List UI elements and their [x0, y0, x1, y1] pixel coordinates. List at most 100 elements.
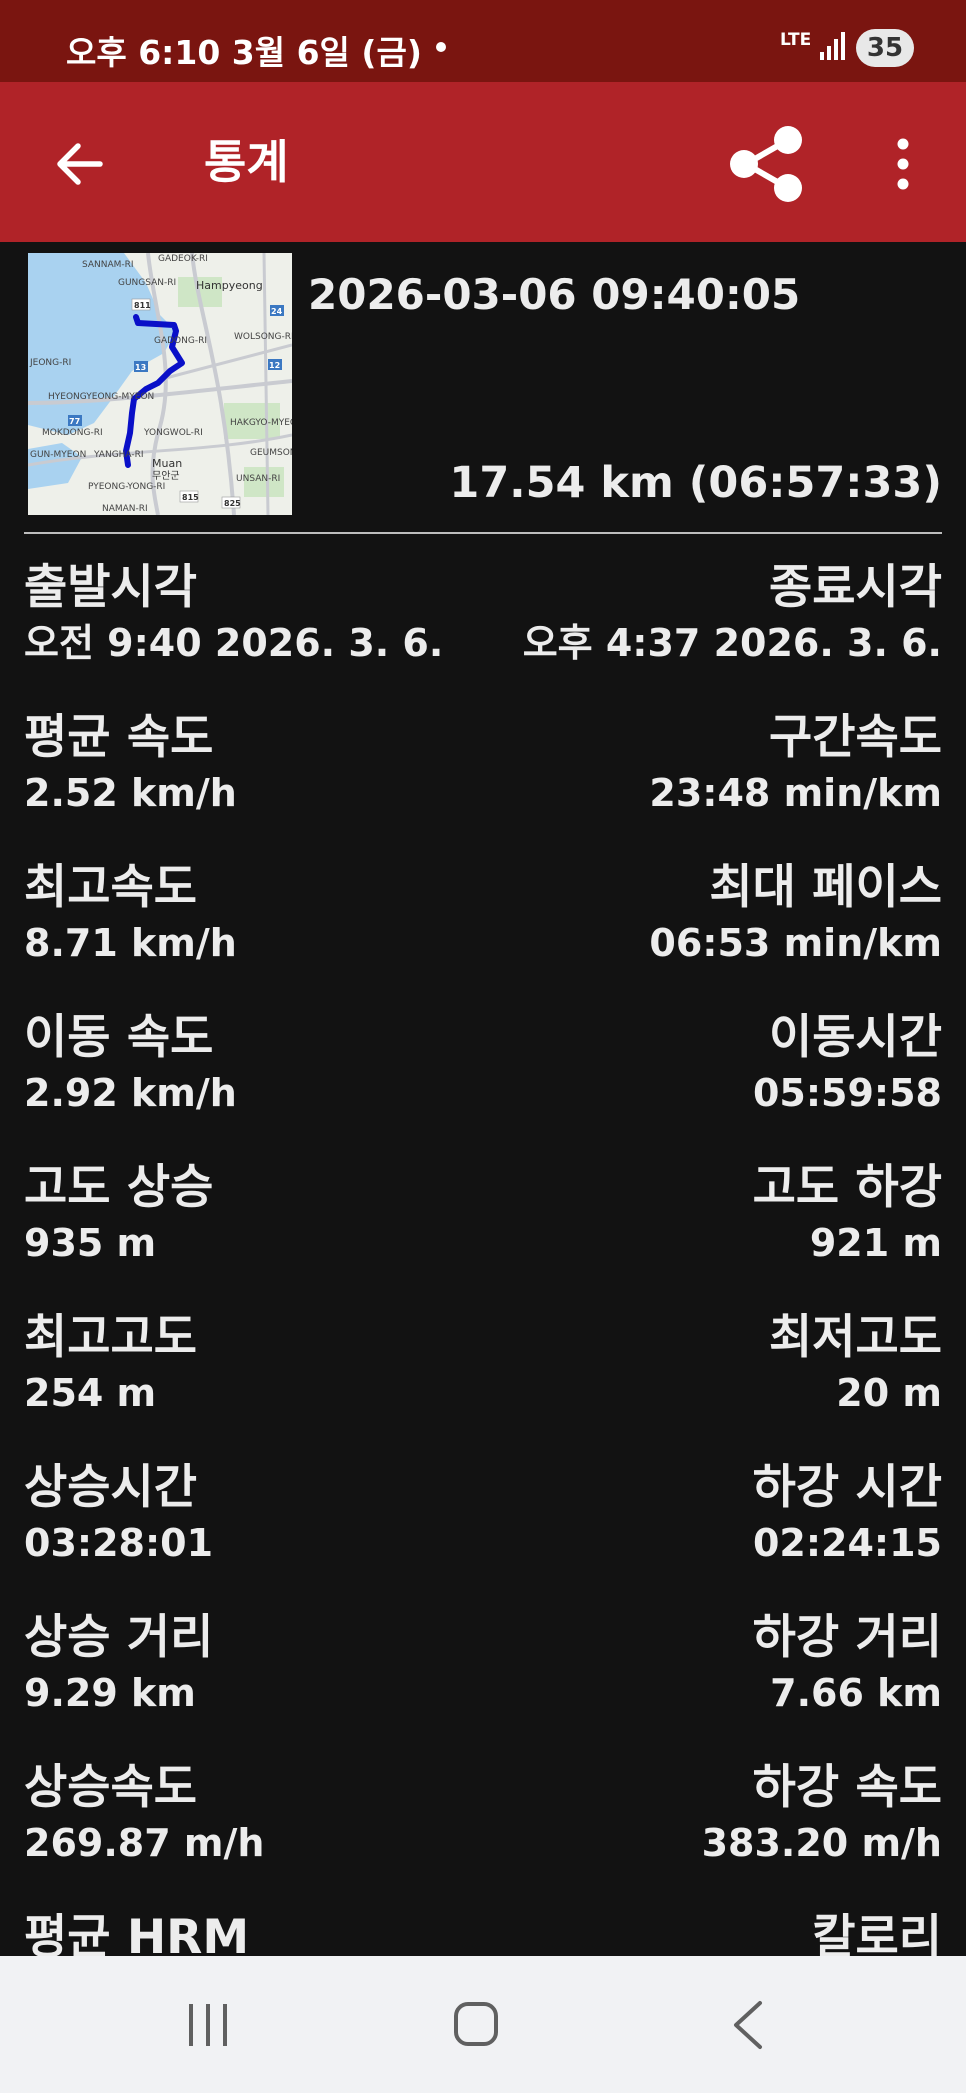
stat-max-altitude: 최고고도 254 m	[24, 1310, 197, 1416]
stat-label: 상승 거리	[24, 1610, 214, 1665]
map-label: Muan	[152, 457, 182, 470]
signal-strength-icon	[820, 32, 845, 60]
stat-value: 9.29 km	[24, 1671, 196, 1715]
more-vert-icon[interactable]	[878, 134, 928, 194]
stat-average-speed: 평균 속도 2.52 km/h	[24, 710, 237, 816]
road-number-label: 825	[224, 499, 241, 508]
stat-label: 평균 속도	[24, 710, 214, 765]
map-label: HAKGYO-MYEON	[230, 418, 292, 428]
stat-value: 7.66 km	[770, 1671, 942, 1715]
system-navigation-bar	[0, 1956, 966, 2093]
map-label: GADEOK-RI	[158, 254, 208, 264]
battery-indicator: 35	[856, 29, 914, 67]
stat-value: 23:48 min/km	[649, 771, 942, 815]
road-number-label: 815	[182, 493, 199, 502]
stat-value: 254 m	[24, 1371, 157, 1415]
map-label: Hampyeong	[196, 279, 263, 292]
stat-ascent-speed: 상승속도 269.87 m/h	[24, 1760, 264, 1866]
map-label: YONGWOL-RI	[143, 428, 203, 438]
stat-descent-distance: 하강 거리 7.66 km	[753, 1610, 942, 1716]
stat-max-pace: 최대 페이스 06:53 min/km	[649, 860, 942, 966]
map-label: GUNGSAN-RI	[118, 278, 176, 288]
stat-label: 이동시간	[769, 1010, 942, 1065]
status-bar: 오후 6:10 3월 6일 (금) LTE 35	[0, 0, 966, 82]
track-distance-duration: 17.54 km (06:57:33)	[449, 458, 942, 508]
stat-value: 02:24:15	[752, 1521, 942, 1565]
stat-label: 고도 상승	[24, 1160, 214, 1215]
stat-label: 이동 속도	[24, 1010, 214, 1065]
stat-label: 최대 페이스	[709, 860, 942, 915]
stat-elevation-gain: 고도 상승 935 m	[24, 1160, 213, 1266]
app-bar: 통계	[0, 82, 966, 242]
stat-value: 383.20 m/h	[701, 1821, 942, 1865]
stat-value: 03:28:01	[24, 1521, 214, 1565]
stat-label: 상승속도	[24, 1760, 197, 1815]
map-label: SANNAM-RI	[82, 260, 134, 270]
stat-moving-time: 이동시간 05:59:58	[753, 1010, 942, 1116]
stat-label: 하강 속도	[752, 1760, 942, 1815]
road-number-label: 811	[134, 301, 151, 310]
map-label: GEUMSON	[250, 448, 292, 458]
map-label: WOLSONG-RI	[234, 332, 292, 342]
map-label: 무안군	[152, 470, 180, 482]
map-label: NAMAN-RI	[102, 504, 148, 514]
track-map-thumbnail[interactable]: GADEOK-RI SANNAM-RI GUNGSAN-RI Hampyeong…	[28, 253, 292, 515]
page-title: 통계	[204, 135, 289, 189]
stat-label: 하강 시간	[752, 1460, 942, 1515]
stat-value: 935 m	[24, 1221, 157, 1265]
map-label: YANGHA-RI	[93, 450, 144, 460]
map-label: HYEONGYEONG-MYEON	[48, 392, 154, 402]
back-icon[interactable]	[730, 2000, 766, 2050]
stat-value: 2.52 km/h	[24, 771, 237, 815]
stat-ascent-time: 상승시간 03:28:01	[24, 1460, 213, 1566]
stat-label: 출발시각	[24, 560, 197, 615]
map-label: JEONG-RI	[29, 358, 71, 368]
stat-descent-time: 하강 시간 02:24:15	[753, 1460, 942, 1566]
track-start-datetime: 2026-03-06 09:40:05	[308, 270, 801, 319]
lte-indicator: LTE	[780, 30, 812, 50]
stat-label: 종료시각	[769, 560, 942, 615]
divider	[24, 532, 942, 534]
stat-max-speed: 최고속도 8.71 km/h	[24, 860, 237, 966]
stat-value: 921 m	[809, 1221, 942, 1265]
map-label: PYEONG-YONG-RI	[88, 482, 165, 492]
stat-section-pace: 구간속도 23:48 min/km	[649, 710, 942, 816]
map-label: GUN-MYEON	[30, 450, 86, 460]
stat-label: 고도 하강	[752, 1160, 942, 1215]
stat-descent-speed: 하강 속도 383.20 m/h	[702, 1760, 942, 1866]
share-icon[interactable]	[726, 124, 810, 204]
stat-ascent-distance: 상승 거리 9.29 km	[24, 1610, 213, 1716]
road-number-label: 24	[271, 307, 283, 316]
stat-value: 06:53 min/km	[649, 921, 942, 965]
stat-start-time: 출발시각 오전 9:40 2026. 3. 6.	[24, 560, 443, 666]
map-canvas: GADEOK-RI SANNAM-RI GUNGSAN-RI Hampyeong…	[28, 253, 292, 515]
stat-value: 8.71 km/h	[24, 921, 237, 965]
stat-value: 269.87 m/h	[24, 1821, 265, 1865]
road-number-label: 77	[69, 417, 80, 426]
stat-min-altitude: 최저고도 20 m	[769, 1310, 942, 1416]
stat-value: 오후 4:37 2026. 3. 6.	[522, 621, 942, 665]
notification-dot-icon	[436, 42, 446, 52]
stat-label: 상승시간	[24, 1460, 197, 1515]
home-icon[interactable]	[453, 2001, 499, 2047]
recent-apps-icon[interactable]	[186, 2002, 230, 2048]
stat-label: 최고고도	[24, 1310, 197, 1365]
stat-end-time: 종료시각 오후 4:37 2026. 3. 6.	[523, 560, 942, 666]
stat-value: 2.92 km/h	[24, 1071, 237, 1115]
stat-value: 오전 9:40 2026. 3. 6.	[24, 621, 444, 665]
status-time-date: 오후 6:10 3월 6일 (금)	[66, 33, 422, 72]
stat-label: 최저고도	[769, 1310, 942, 1365]
stat-label: 최고속도	[24, 860, 197, 915]
stat-value: 05:59:58	[752, 1071, 942, 1115]
map-label: UNSAN-RI	[236, 474, 280, 484]
map-label: MOKDONG-RI	[42, 428, 103, 438]
stat-elevation-loss: 고도 하강 921 m	[753, 1160, 942, 1266]
road-number-label: 12	[269, 361, 280, 370]
stat-value: 20 m	[836, 1371, 942, 1415]
road-number-label: 13	[135, 363, 146, 372]
stat-label: 구간속도	[769, 710, 942, 765]
map-label: GADONG-RI	[154, 336, 207, 346]
stat-moving-speed: 이동 속도 2.92 km/h	[24, 1010, 237, 1116]
back-arrow-icon[interactable]	[50, 134, 110, 194]
stat-label: 하강 거리	[752, 1610, 942, 1665]
